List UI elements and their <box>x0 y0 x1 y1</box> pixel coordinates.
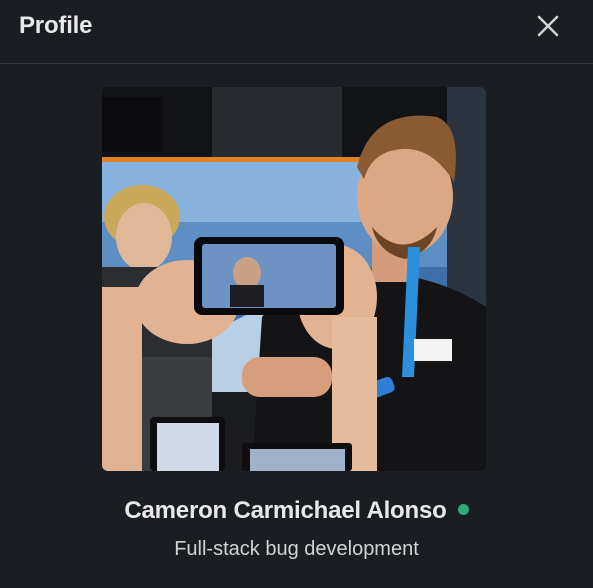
profile-photo-image <box>102 87 486 471</box>
presence-indicator <box>457 504 469 515</box>
profile-photo[interactable] <box>102 87 486 471</box>
profile-title: Full-stack bug development <box>174 538 419 560</box>
profile-panel: Profile Cameron Carmichael Alonso Full-s… <box>0 0 593 588</box>
panel-title: Profile <box>19 12 93 39</box>
panel-header: Profile <box>0 0 593 64</box>
profile-name: Cameron Carmichael Alonso <box>124 497 447 524</box>
profile-name-row: Cameron Carmichael Alonso <box>0 497 593 525</box>
close-button[interactable] <box>531 9 565 43</box>
close-icon <box>537 15 559 37</box>
